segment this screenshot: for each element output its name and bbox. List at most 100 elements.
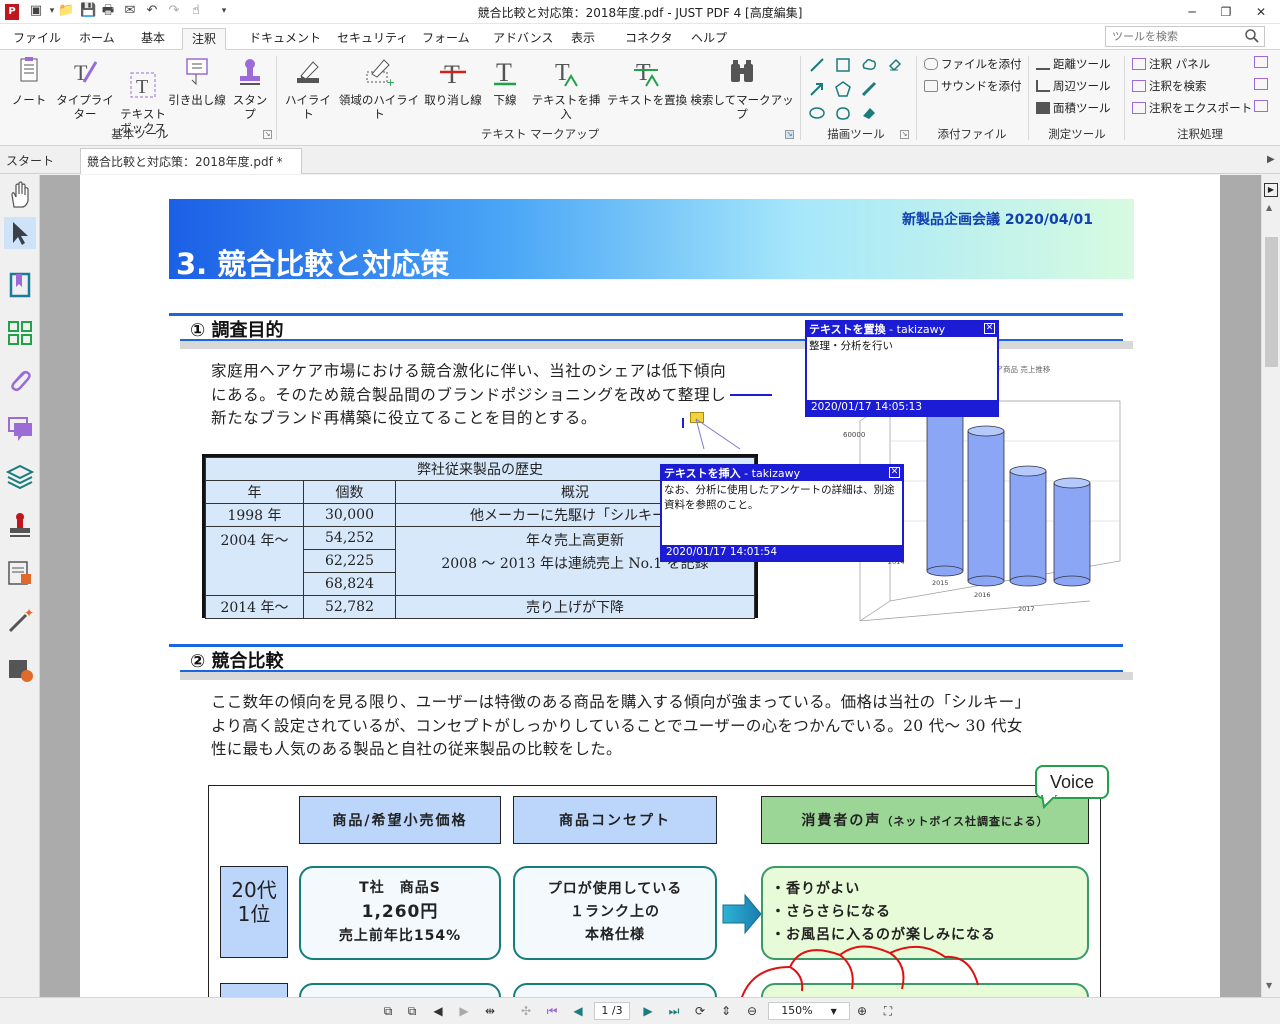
magic-wand-icon[interactable]: ✦: [4, 605, 36, 637]
tab-view[interactable]: 表示: [562, 28, 604, 50]
area-highlight-tool[interactable]: + 領域のハイライト: [334, 54, 424, 121]
zoom-out-icon[interactable]: ⊖: [744, 1003, 760, 1019]
tab-connector[interactable]: コネクタ: [616, 28, 682, 50]
cloud-annotation[interactable]: [730, 945, 1030, 997]
bookmark-icon[interactable]: [4, 269, 36, 301]
popup-body[interactable]: 整理・分析を行い: [807, 337, 997, 356]
popup-header[interactable]: テキストを置換 - takizawy ✕: [807, 322, 997, 337]
attach-sound-tool[interactable]: サウンドを添付: [924, 76, 1022, 96]
tab-form[interactable]: フォーム: [413, 28, 479, 50]
export-annotation-tool[interactable]: 注釈をエクスポート: [1132, 98, 1252, 118]
perimeter-tool[interactable]: 周辺ツール: [1036, 76, 1111, 96]
replace-text-popup[interactable]: テキストを置換 - takizawy ✕ 整理・分析を行い 2020/01/17…: [805, 320, 999, 417]
search-markup-tool[interactable]: 検索してマークアップ: [688, 54, 796, 121]
replace-text-tool[interactable]: T テキストを置換: [606, 54, 688, 107]
highlight-tool[interactable]: ハイライト: [282, 54, 334, 121]
search-annotation-tool[interactable]: 注釈を検索: [1132, 76, 1207, 96]
form-fields-icon[interactable]: [4, 557, 36, 589]
tool-search-input[interactable]: [1105, 26, 1265, 47]
polygon-icon[interactable]: [834, 80, 852, 98]
mail-icon[interactable]: ✉: [122, 3, 138, 19]
layers-icon[interactable]: [4, 461, 36, 493]
area-tool[interactable]: 面積ツール: [1036, 98, 1111, 118]
tab-scroll-icon[interactable]: ▶: [1267, 154, 1275, 165]
markup-launcher[interactable]: ↘: [785, 130, 794, 139]
pencil-icon[interactable]: [860, 80, 878, 98]
cloud-icon[interactable]: [860, 56, 878, 74]
annotation-panel-tool[interactable]: 注釈 パネル: [1132, 54, 1210, 74]
close-icon[interactable]: ✕: [889, 467, 900, 478]
ellipse-icon[interactable]: [808, 104, 826, 122]
eraser-icon[interactable]: [860, 104, 878, 122]
tab-start[interactable]: スタート: [0, 148, 78, 174]
fit-width-icon[interactable]: ⇹: [482, 1003, 498, 1019]
undo-icon[interactable]: ↶: [144, 3, 160, 19]
draw-launcher[interactable]: ↘: [900, 130, 909, 139]
basic-tools-launcher[interactable]: ↘: [263, 130, 272, 139]
zoom-level-select[interactable]: 150% ▼: [768, 1002, 850, 1020]
page-nav-icon[interactable]: ▶: [1264, 183, 1278, 197]
select-arrow-icon[interactable]: [4, 217, 36, 249]
underline-tool[interactable]: T 下線: [484, 54, 526, 107]
first-page-icon[interactable]: ⏮: [544, 1003, 560, 1019]
print-icon[interactable]: 🖶: [100, 3, 116, 19]
popup-header[interactable]: テキストを挿入 - takizawy ✕: [662, 466, 902, 481]
tab-basic[interactable]: 基本: [132, 28, 174, 50]
scroll-thumb[interactable]: [1265, 237, 1278, 367]
tab-current-document[interactable]: 競合比較と対応策：2018年度.pdf * ✕: [80, 148, 302, 195]
tab-help[interactable]: ヘルプ: [682, 28, 736, 50]
eraser-tool-icon[interactable]: [886, 56, 904, 74]
hand-tool-icon[interactable]: ☝: [188, 3, 204, 19]
callout-tool[interactable]: 引き出し線: [166, 54, 228, 107]
tab-home[interactable]: ホーム: [70, 28, 124, 50]
back-icon[interactable]: ◀: [430, 1003, 446, 1019]
scroll-down-icon[interactable]: ▼: [1266, 981, 1272, 990]
arrow-icon[interactable]: [808, 80, 826, 98]
document-viewport[interactable]: 新製品企画会議 2020/04/01 3. 競合比較と対応策 ① 調査目的 家庭…: [40, 175, 1261, 997]
line-icon[interactable]: [808, 56, 826, 74]
last-page-icon[interactable]: ⏭: [666, 1003, 682, 1019]
tab-document[interactable]: ドキュメント: [240, 28, 330, 50]
flatten-annotation-icon[interactable]: [1254, 100, 1268, 112]
insert-text-tool[interactable]: T テキストを挿入: [526, 54, 606, 121]
strikeout-tool[interactable]: T 取り消し線: [424, 54, 482, 107]
next-page-icon[interactable]: ▶: [640, 1003, 656, 1019]
summarize-annotation-icon[interactable]: [1254, 78, 1268, 90]
search-icon[interactable]: [1244, 28, 1260, 44]
zoom-in-icon[interactable]: ⊕: [854, 1003, 870, 1019]
open-folder-icon[interactable]: 📁: [58, 3, 74, 19]
close-icon[interactable]: ✕: [984, 323, 995, 334]
comments-icon[interactable]: [4, 413, 36, 445]
customize-quick-access-icon[interactable]: ▾: [216, 3, 232, 19]
tab-advanced[interactable]: アドバンス: [484, 28, 562, 50]
vertical-scrollbar[interactable]: ▶ ▲ ▼: [1261, 175, 1280, 997]
rectangle-icon[interactable]: [834, 56, 852, 74]
attach-file-tool[interactable]: ファイルを添付: [924, 54, 1022, 74]
full-screen-icon[interactable]: ⛶: [880, 1003, 896, 1019]
stamp-panel-icon[interactable]: [4, 509, 36, 541]
insert-text-popup[interactable]: テキストを挿入 - takizawy ✕ なお、分析に使用したアンケートの詳細は…: [660, 464, 904, 562]
typewriter-tool[interactable]: T タイプライター: [52, 54, 118, 121]
fit-height-icon[interactable]: ⇕: [718, 1003, 734, 1019]
thumbnails-icon[interactable]: [4, 317, 36, 349]
single-page-icon[interactable]: ⧉: [380, 1003, 396, 1019]
paperclip-icon[interactable]: [4, 365, 36, 397]
new-document-icon[interactable]: ▣: [28, 3, 44, 19]
distance-tool[interactable]: 距離ツール: [1036, 54, 1111, 74]
redo-icon[interactable]: ↷: [166, 3, 182, 19]
redaction-icon[interactable]: [4, 653, 36, 685]
minimize-button[interactable]: ─: [1176, 0, 1208, 24]
scroll-up-icon[interactable]: ▲: [1266, 203, 1272, 212]
tab-security[interactable]: セキュリティ: [328, 28, 417, 50]
polygon-cloud-icon[interactable]: [834, 104, 852, 122]
fit-page-icon[interactable]: ✣: [518, 1003, 534, 1019]
two-page-icon[interactable]: ⧉: [404, 1003, 420, 1019]
rotate-icon[interactable]: ⟳: [692, 1003, 708, 1019]
close-button[interactable]: ✕: [1245, 0, 1277, 24]
import-annotation-icon[interactable]: [1254, 56, 1268, 68]
hand-icon[interactable]: [4, 179, 36, 211]
previous-page-icon[interactable]: ◀: [570, 1003, 586, 1019]
stamp-tool[interactable]: スタンプ: [228, 54, 272, 121]
save-icon[interactable]: 💾: [80, 3, 96, 19]
tab-annotation[interactable]: 注釈: [182, 28, 227, 50]
